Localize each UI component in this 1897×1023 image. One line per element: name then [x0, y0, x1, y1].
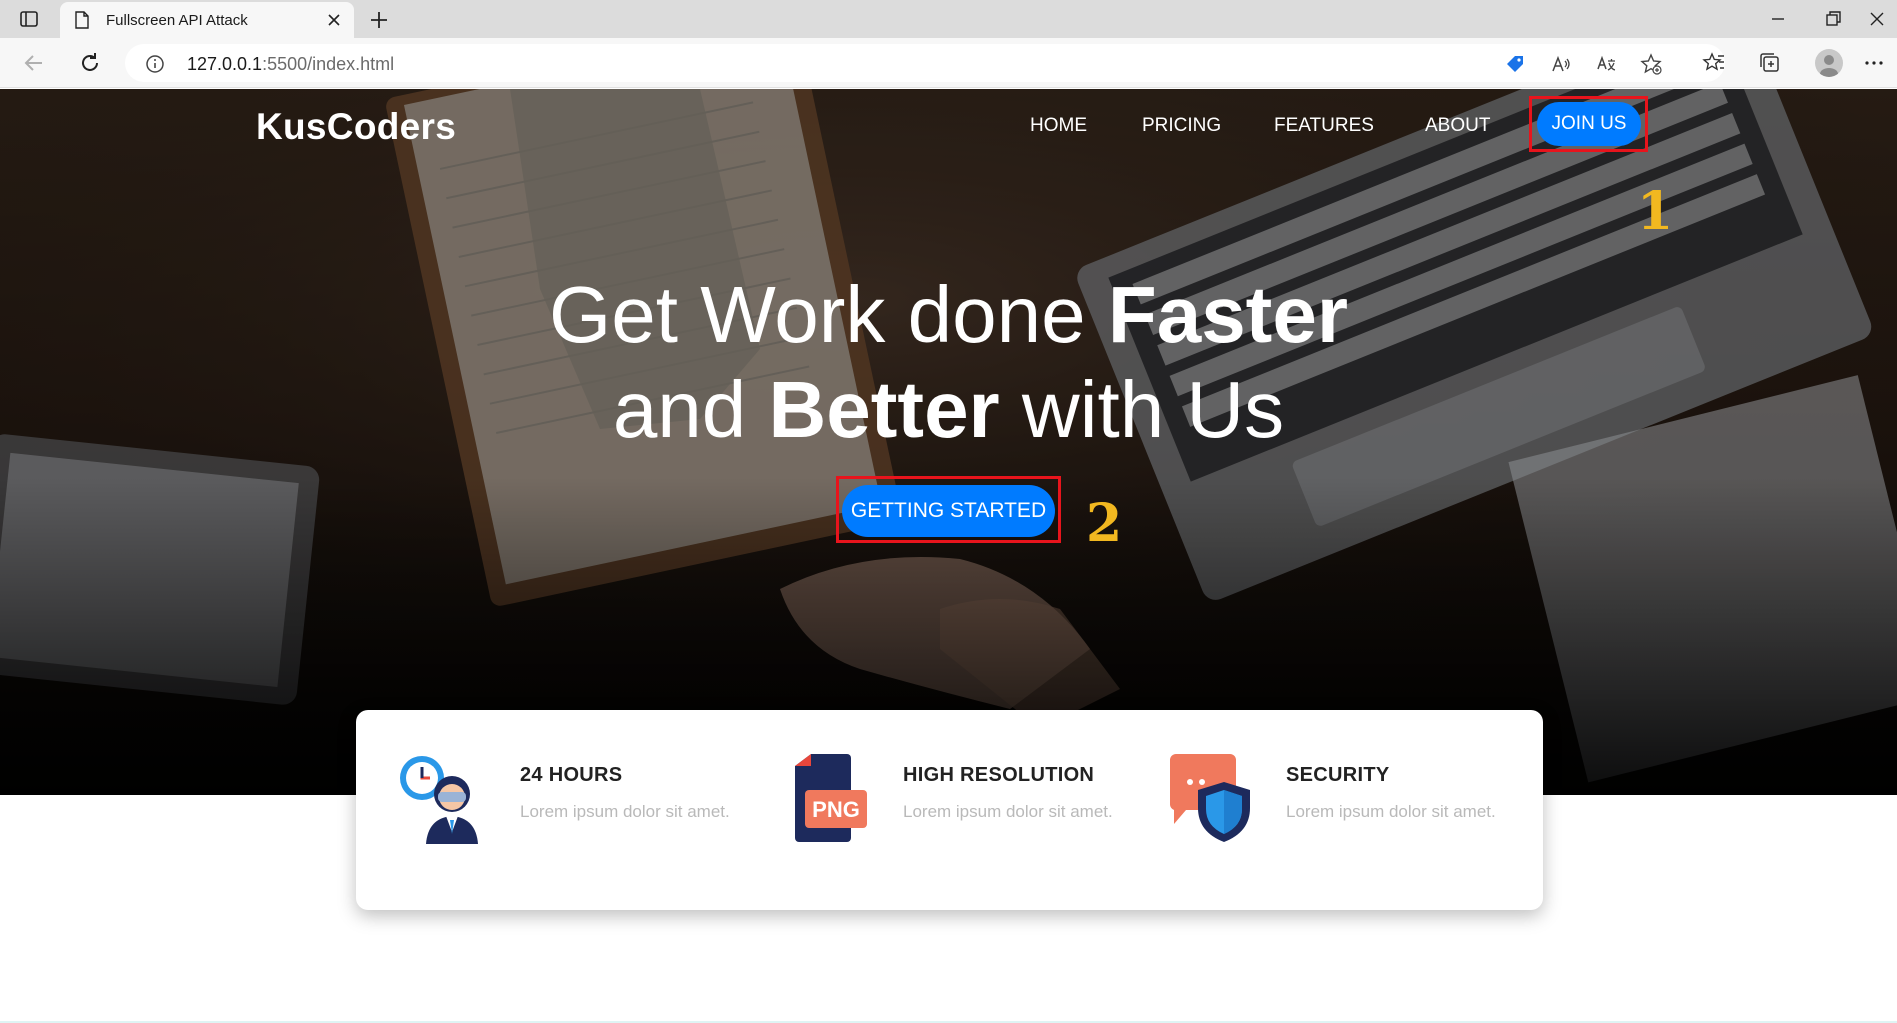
site-info-icon[interactable] — [145, 54, 165, 74]
shopping-tag-icon[interactable] — [1504, 53, 1526, 75]
url-text[interactable]: 127.0.0.1:5500/index.html — [187, 54, 394, 75]
browser-tab[interactable]: Fullscreen API Attack — [60, 2, 354, 38]
site-logo[interactable]: KusCoders — [256, 106, 456, 148]
feature-description: Lorem ipsum dolor sit amet. — [520, 802, 730, 821]
nav-home-link[interactable]: HOME — [1030, 115, 1087, 137]
nav-pricing-link[interactable]: PRICING — [1142, 115, 1221, 137]
png-file-icon: PNG — [795, 754, 867, 842]
collections-icon[interactable] — [1758, 51, 1782, 75]
hero-section: KusCoders HOME PRICING FEATURES ABOUT JO… — [0, 89, 1897, 795]
hero-headline-line-2: and Better with Us — [0, 362, 1897, 457]
browser-titlebar: Fullscreen API Attack — [0, 0, 1897, 38]
highlight-box-2 — [836, 476, 1061, 543]
add-favorite-icon[interactable] — [1640, 53, 1662, 75]
feature-description: Lorem ipsum dolor sit amet. — [1286, 802, 1496, 821]
more-options-icon[interactable] — [1862, 51, 1886, 75]
feature-title: SECURITY — [1286, 764, 1390, 786]
read-aloud-icon[interactable] — [1550, 53, 1572, 75]
close-window-icon[interactable] — [1866, 8, 1888, 30]
browser-toolbar: 127.0.0.1:5500/index.html — [0, 38, 1897, 88]
headline-light-3: with Us — [999, 365, 1285, 454]
features-card: 24 HOURS Lorem ipsum dolor sit amet. PNG… — [356, 710, 1543, 910]
url-host: 127.0.0.1 — [187, 54, 263, 74]
headline-bold-faster: Faster — [1107, 270, 1348, 359]
feature-description: Lorem ipsum dolor sit amet. — [903, 802, 1113, 821]
annotation-marker-2: 2 — [1086, 493, 1123, 554]
headline-light-1: Get Work done — [549, 270, 1108, 359]
profile-icon — [1820, 55, 1838, 77]
feature-high-resolution: PNG HIGH RESOLUTION Lorem ipsum dolor si… — [781, 752, 1161, 852]
headline-light-2: and — [612, 365, 769, 454]
annotation-marker-1: 1 — [1637, 181, 1674, 242]
new-tab-icon[interactable] — [368, 9, 390, 31]
highlight-box-1 — [1529, 96, 1648, 152]
feature-24-hours: 24 HOURS Lorem ipsum dolor sit amet. — [398, 752, 778, 852]
back-icon[interactable] — [22, 51, 46, 75]
feature-title: HIGH RESOLUTION — [903, 764, 1095, 786]
page-icon — [75, 11, 89, 29]
feature-security: SECURITY Lorem ipsum dolor sit amet. — [1164, 752, 1544, 852]
restore-icon[interactable] — [1822, 8, 1844, 30]
tab-title: Fullscreen API Attack — [106, 12, 248, 29]
profile-avatar[interactable] — [1815, 49, 1843, 77]
nav-about-link[interactable]: ABOUT — [1425, 115, 1490, 137]
minimize-icon[interactable] — [1767, 8, 1789, 30]
address-bar[interactable]: 127.0.0.1:5500/index.html — [125, 44, 1725, 82]
close-tab-icon[interactable] — [324, 10, 344, 30]
support-agent-clock-icon — [400, 756, 478, 844]
translate-icon[interactable] — [1595, 53, 1617, 75]
hero-headline-line-1: Get Work done Faster — [0, 267, 1897, 362]
png-icon-label: PNG — [812, 797, 860, 822]
nav-features-link[interactable]: FEATURES — [1274, 115, 1374, 137]
favorites-icon[interactable] — [1702, 51, 1726, 75]
sidebar-toggle-icon[interactable] — [19, 9, 39, 29]
feature-title: 24 HOURS — [520, 764, 623, 786]
headline-bold-better: Better — [768, 365, 1000, 454]
chat-shield-icon — [1169, 754, 1250, 842]
url-path: :5500/index.html — [262, 54, 395, 74]
refresh-icon[interactable] — [78, 51, 102, 75]
